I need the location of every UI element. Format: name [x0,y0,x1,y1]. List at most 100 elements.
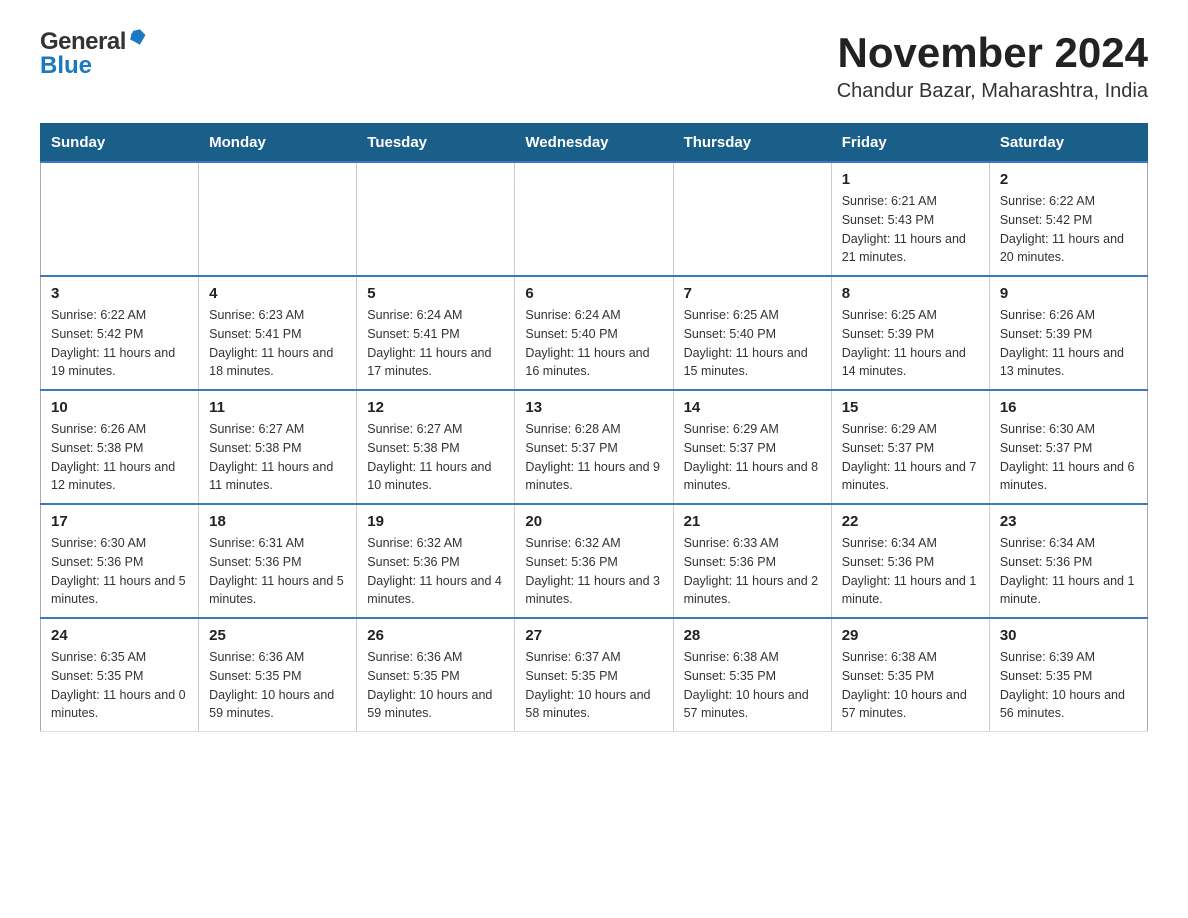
calendar-week-2: 3Sunrise: 6:22 AMSunset: 5:42 PMDaylight… [41,276,1148,390]
day-number: 29 [842,627,979,644]
days-of-week-row: Sunday Monday Tuesday Wednesday Thursday… [41,124,1148,163]
day-number: 21 [684,513,821,530]
calendar-cell: 1 Sunrise: 6:21 AMSunset: 5:43 PMDaylight… [831,162,989,276]
day-info: Sunrise: 6:29 AMSunset: 5:37 PMDaylight:… [684,420,821,495]
col-thursday: Thursday [673,124,831,163]
day-number: 14 [684,399,821,416]
day-info: Sunrise: 6:33 AMSunset: 5:36 PMDaylight:… [684,534,821,609]
day-number: 25 [209,627,346,644]
day-number: 20 [525,513,662,530]
calendar-body: 1 Sunrise: 6:21 AMSunset: 5:43 PMDaylight… [41,162,1148,732]
calendar-cell: 28Sunrise: 6:38 AMSunset: 5:35 PMDayligh… [673,618,831,732]
day-number: 6 [525,285,662,302]
day-number: 23 [1000,513,1137,530]
day-number: 5 [367,285,504,302]
day-info: Sunrise: 6:30 AMSunset: 5:36 PMDaylight:… [51,534,188,609]
logo-general-text: General [40,30,126,54]
calendar-week-1: 1 Sunrise: 6:21 AMSunset: 5:43 PMDaylight… [41,162,1148,276]
day-number: 1 [842,171,979,188]
day-number: 18 [209,513,346,530]
day-info: Sunrise: 6:21 AMSunset: 5:43 PMDaylight:… [842,192,979,267]
calendar-cell [41,162,199,276]
day-info: Sunrise: 6:38 AMSunset: 5:35 PMDaylight:… [842,648,979,723]
calendar-cell: 11Sunrise: 6:27 AMSunset: 5:38 PMDayligh… [199,390,357,504]
page-header: General Blue November 2024 Chandur Bazar… [40,30,1148,103]
day-info: Sunrise: 6:37 AMSunset: 5:35 PMDaylight:… [525,648,662,723]
calendar-cell: 8Sunrise: 6:25 AMSunset: 5:39 PMDaylight… [831,276,989,390]
day-number: 16 [1000,399,1137,416]
day-info: Sunrise: 6:27 AMSunset: 5:38 PMDaylight:… [367,420,504,495]
col-sunday: Sunday [41,124,199,163]
day-info: Sunrise: 6:26 AMSunset: 5:39 PMDaylight:… [1000,306,1137,381]
day-info: Sunrise: 6:31 AMSunset: 5:36 PMDaylight:… [209,534,346,609]
col-wednesday: Wednesday [515,124,673,163]
calendar-cell: 19 Sunrise: 6:32 AMSunset: 5:36 PMDayligh… [357,504,515,618]
day-number: 9 [1000,285,1137,302]
day-number: 11 [209,399,346,416]
calendar-cell: 4 Sunrise: 6:23 AMSunset: 5:41 PMDaylight… [199,276,357,390]
day-info: Sunrise: 6:34 AMSunset: 5:36 PMDaylight:… [1000,534,1137,609]
day-info: Sunrise: 6:24 AMSunset: 5:41 PMDaylight:… [367,306,504,381]
calendar-header: Sunday Monday Tuesday Wednesday Thursday… [41,124,1148,163]
calendar-table: Sunday Monday Tuesday Wednesday Thursday… [40,123,1148,732]
day-number: 4 [209,285,346,302]
calendar-cell: 24 Sunrise: 6:35 AMSunset: 5:35 PMDayligh… [41,618,199,732]
calendar-cell: 22 Sunrise: 6:34 AMSunset: 5:36 PMDayligh… [831,504,989,618]
logo: General Blue [40,30,147,78]
calendar-cell: 21 Sunrise: 6:33 AMSunset: 5:36 PMDayligh… [673,504,831,618]
day-number: 22 [842,513,979,530]
day-number: 2 [1000,171,1137,188]
calendar-cell: 25Sunrise: 6:36 AMSunset: 5:35 PMDayligh… [199,618,357,732]
calendar-cell: 13Sunrise: 6:28 AMSunset: 5:37 PMDayligh… [515,390,673,504]
calendar-week-5: 24 Sunrise: 6:35 AMSunset: 5:35 PMDayligh… [41,618,1148,732]
day-number: 19 [367,513,504,530]
col-monday: Monday [199,124,357,163]
calendar-cell: 16Sunrise: 6:30 AMSunset: 5:37 PMDayligh… [989,390,1147,504]
day-info: Sunrise: 6:35 AMSunset: 5:35 PMDaylight:… [51,648,188,723]
day-number: 3 [51,285,188,302]
calendar-cell: 12 Sunrise: 6:27 AMSunset: 5:38 PMDayligh… [357,390,515,504]
calendar-cell: 23 Sunrise: 6:34 AMSunset: 5:36 PMDayligh… [989,504,1147,618]
calendar-cell: 20 Sunrise: 6:32 AMSunset: 5:36 PMDayligh… [515,504,673,618]
day-number: 15 [842,399,979,416]
day-info: Sunrise: 6:34 AMSunset: 5:36 PMDaylight:… [842,534,979,609]
day-number: 7 [684,285,821,302]
day-info: Sunrise: 6:23 AMSunset: 5:41 PMDaylight:… [209,306,346,381]
calendar-cell: 30Sunrise: 6:39 AMSunset: 5:35 PMDayligh… [989,618,1147,732]
logo-arrow-icon [129,29,147,51]
day-info: Sunrise: 6:32 AMSunset: 5:36 PMDaylight:… [367,534,504,609]
calendar-cell: 14 Sunrise: 6:29 AMSunset: 5:37 PMDayligh… [673,390,831,504]
day-info: Sunrise: 6:22 AMSunset: 5:42 PMDaylight:… [1000,192,1137,267]
calendar-cell: 7Sunrise: 6:25 AMSunset: 5:40 PMDaylight… [673,276,831,390]
calendar-cell: 29 Sunrise: 6:38 AMSunset: 5:35 PMDayligh… [831,618,989,732]
day-number: 8 [842,285,979,302]
day-number: 24 [51,627,188,644]
day-info: Sunrise: 6:28 AMSunset: 5:37 PMDaylight:… [525,420,662,495]
calendar-cell: 15 Sunrise: 6:29 AMSunset: 5:37 PMDayligh… [831,390,989,504]
calendar-cell: 17 Sunrise: 6:30 AMSunset: 5:36 PMDayligh… [41,504,199,618]
calendar-cell: 18 Sunrise: 6:31 AMSunset: 5:36 PMDayligh… [199,504,357,618]
col-friday: Friday [831,124,989,163]
day-info: Sunrise: 6:29 AMSunset: 5:37 PMDaylight:… [842,420,979,495]
calendar-cell: 26Sunrise: 6:36 AMSunset: 5:35 PMDayligh… [357,618,515,732]
day-info: Sunrise: 6:24 AMSunset: 5:40 PMDaylight:… [525,306,662,381]
calendar-cell: 6 Sunrise: 6:24 AMSunset: 5:40 PMDaylight… [515,276,673,390]
calendar-cell: 27Sunrise: 6:37 AMSunset: 5:35 PMDayligh… [515,618,673,732]
day-number: 12 [367,399,504,416]
col-tuesday: Tuesday [357,124,515,163]
calendar-subtitle: Chandur Bazar, Maharashtra, India [837,80,1148,103]
calendar-cell [357,162,515,276]
calendar-cell [199,162,357,276]
calendar-week-4: 17 Sunrise: 6:30 AMSunset: 5:36 PMDayligh… [41,504,1148,618]
day-info: Sunrise: 6:32 AMSunset: 5:36 PMDaylight:… [525,534,662,609]
calendar-cell: 2 Sunrise: 6:22 AMSunset: 5:42 PMDaylight… [989,162,1147,276]
day-info: Sunrise: 6:26 AMSunset: 5:38 PMDaylight:… [51,420,188,495]
calendar-cell: 10Sunrise: 6:26 AMSunset: 5:38 PMDayligh… [41,390,199,504]
day-number: 17 [51,513,188,530]
col-saturday: Saturday [989,124,1147,163]
calendar-title: November 2024 [837,30,1148,76]
calendar-week-3: 10Sunrise: 6:26 AMSunset: 5:38 PMDayligh… [41,390,1148,504]
calendar-cell: 9 Sunrise: 6:26 AMSunset: 5:39 PMDaylight… [989,276,1147,390]
calendar-cell: 5 Sunrise: 6:24 AMSunset: 5:41 PMDaylight… [357,276,515,390]
day-number: 28 [684,627,821,644]
